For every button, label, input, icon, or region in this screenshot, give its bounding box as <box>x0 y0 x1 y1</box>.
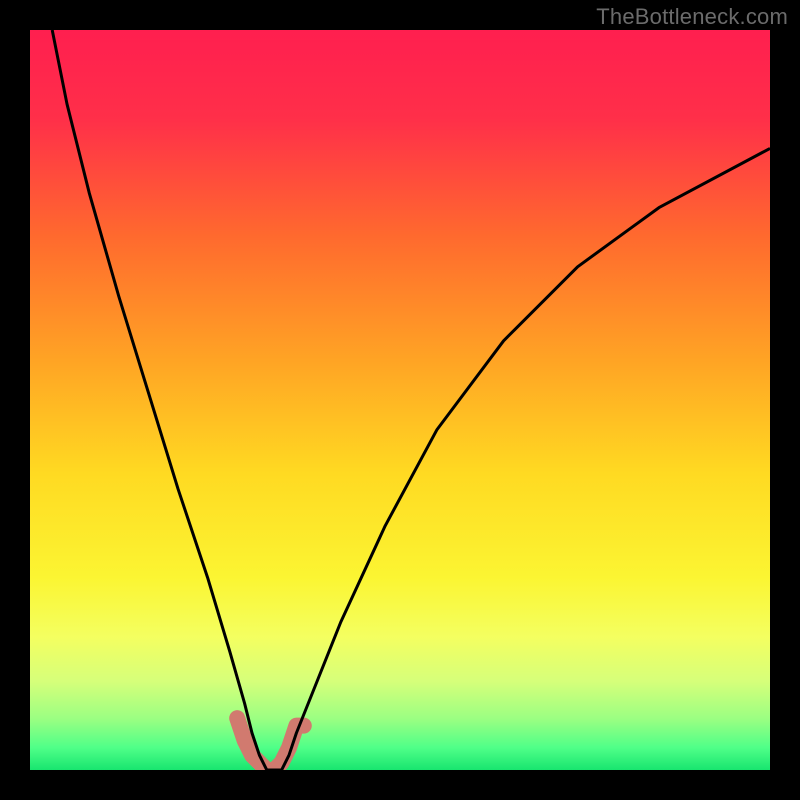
chart-svg <box>30 30 770 770</box>
watermark-text: TheBottleneck.com <box>596 4 788 30</box>
plot-area <box>30 30 770 770</box>
chart-frame: TheBottleneck.com <box>0 0 800 800</box>
bottleneck-curve-path <box>52 30 770 770</box>
